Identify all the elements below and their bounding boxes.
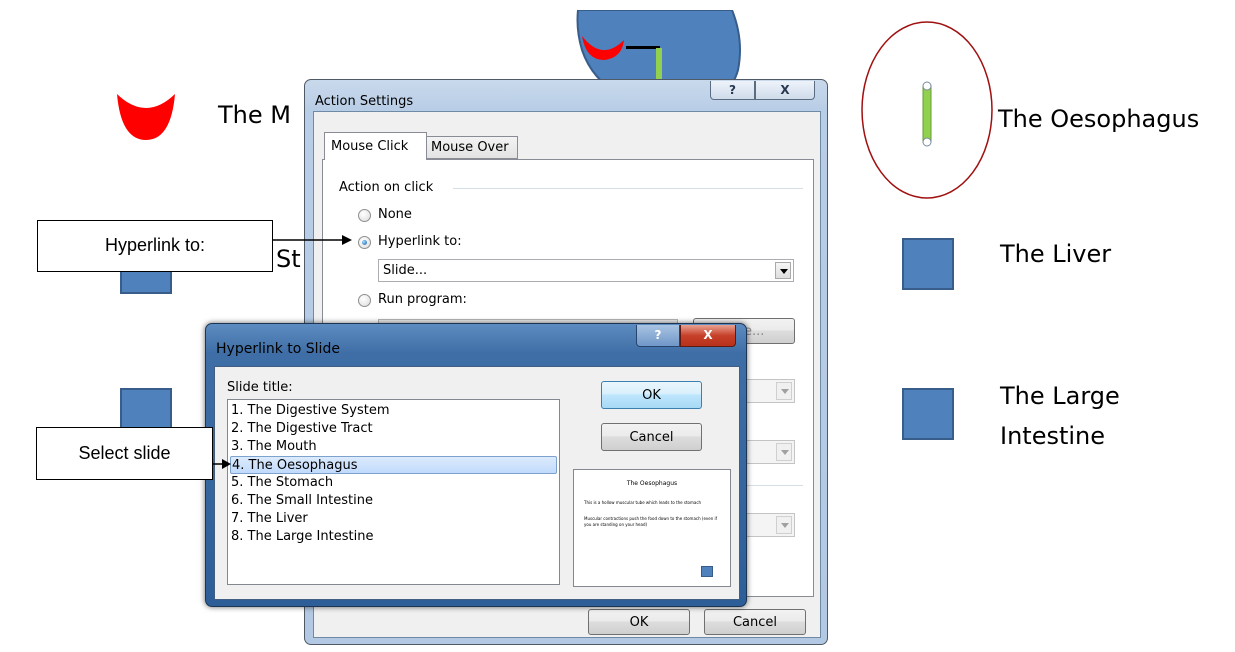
hyperlink-target-select[interactable]: Slide...	[378, 259, 794, 282]
list-item[interactable]: 5. The Stomach	[230, 474, 557, 492]
radio-none[interactable]	[358, 209, 371, 222]
list-item-selected[interactable]: 4. The Oesophagus	[230, 456, 557, 474]
oesophagus-highlight-ellipse-icon	[861, 21, 993, 199]
chevron-down-icon	[776, 443, 792, 461]
radio-hyperlink-to-label: Hyperlink to:	[378, 234, 462, 249]
hyperlink-dialog-cancel-button[interactable]: Cancel	[601, 423, 702, 451]
chevron-down-icon[interactable]	[775, 262, 791, 279]
action-settings-close-button[interactable]: X	[755, 81, 815, 100]
action-settings-title: Action Settings	[315, 94, 414, 109]
callout-arrow-icon	[212, 459, 231, 469]
tab-mouse-click-label: Mouse Click	[331, 139, 409, 154]
list-item[interactable]: 7. The Liver	[230, 510, 557, 528]
callout-select-slide-text: Select slide	[78, 443, 171, 463]
callout-hyperlink-to: Hyperlink to:	[37, 220, 273, 272]
liver-shape	[902, 238, 954, 290]
callout-select-slide: Select slide	[36, 427, 213, 480]
slide-preview-title: The Oesophagus	[626, 480, 678, 487]
large-intestine-shape	[902, 388, 954, 440]
action-settings-ok-label: OK	[629, 615, 649, 630]
hyperlink-to-slide-dialog: Hyperlink to Slide ? X Slide title: 1. T…	[205, 323, 747, 607]
slide-preview: The Oesophagus This is a hollow muscular…	[573, 469, 731, 587]
slide-label-mouth: The M	[218, 101, 291, 129]
slide-preview-shape	[701, 566, 713, 577]
list-item[interactable]: 1. The Digestive System	[230, 402, 557, 420]
callout-arrow-icon	[272, 235, 352, 245]
hyperlink-dialog-ok-button[interactable]: OK	[601, 381, 702, 409]
tab-mouse-over-label: Mouse Over	[431, 140, 509, 155]
radio-run-program[interactable]	[358, 294, 371, 307]
hyperlink-dialog-ok-label: OK	[642, 388, 661, 403]
list-item[interactable]: 6. The Small Intestine	[230, 492, 557, 510]
chevron-down-icon	[776, 516, 792, 534]
group-divider	[453, 188, 803, 189]
hyperlink-dialog-help-label: ?	[654, 328, 662, 342]
action-settings-help-label: ?	[729, 83, 736, 97]
action-settings-ok-button[interactable]: OK	[588, 609, 690, 635]
hyperlink-dialog-cancel-label: Cancel	[629, 430, 674, 445]
action-settings-help-button[interactable]: ?	[710, 81, 755, 100]
hyperlink-dialog-body: Slide title: 1. The Digestive System 2. …	[214, 366, 740, 600]
radio-run-program-label: Run program:	[378, 292, 467, 307]
hyperlink-target-value: Slide...	[383, 263, 428, 278]
slide-label-oesophagus: The Oesophagus	[998, 105, 1200, 133]
radio-hyperlink-to[interactable]	[358, 236, 371, 249]
slide-title-label: Slide title:	[227, 380, 293, 395]
callout-hyperlink-to-text: Hyperlink to:	[104, 235, 206, 255]
list-item[interactable]: 2. The Digestive Tract	[230, 420, 557, 438]
close-icon: X	[703, 328, 713, 342]
slide-label-large-intestine-line1: The Large	[1000, 382, 1120, 410]
action-settings-cancel-label: Cancel	[732, 615, 778, 630]
hyperlink-dialog-help-button[interactable]: ?	[636, 325, 680, 347]
radio-none-label: None	[378, 207, 412, 222]
hyperlink-dialog-close-button[interactable]: X	[680, 325, 736, 347]
browse-button-label: e...	[744, 324, 765, 339]
tab-mouse-over[interactable]: Mouse Over	[426, 136, 518, 159]
slide-label-liver: The Liver	[1000, 240, 1112, 268]
tab-mouse-click[interactable]: Mouse Click	[324, 132, 427, 160]
slide-title-list[interactable]: 1. The Digestive System 2. The Digestive…	[227, 399, 560, 585]
slide-label-large-intestine-line2: Intestine	[1000, 422, 1106, 450]
close-icon: X	[780, 83, 790, 97]
hyperlink-dialog-title: Hyperlink to Slide	[216, 341, 340, 357]
mouth-shape-icon	[117, 94, 175, 140]
action-on-click-group-label: Action on click	[339, 180, 434, 195]
list-item[interactable]: 8. The Large Intestine	[230, 528, 557, 546]
chevron-down-icon	[776, 382, 792, 400]
slide-preview-bullet-1: This is a hollow muscular tube which lea…	[584, 500, 702, 505]
slide-preview-bullet-2: Muscular contractions push the food down…	[584, 516, 718, 527]
action-settings-cancel-button[interactable]: Cancel	[704, 609, 806, 635]
list-item[interactable]: 3. The Mouth	[230, 438, 557, 456]
